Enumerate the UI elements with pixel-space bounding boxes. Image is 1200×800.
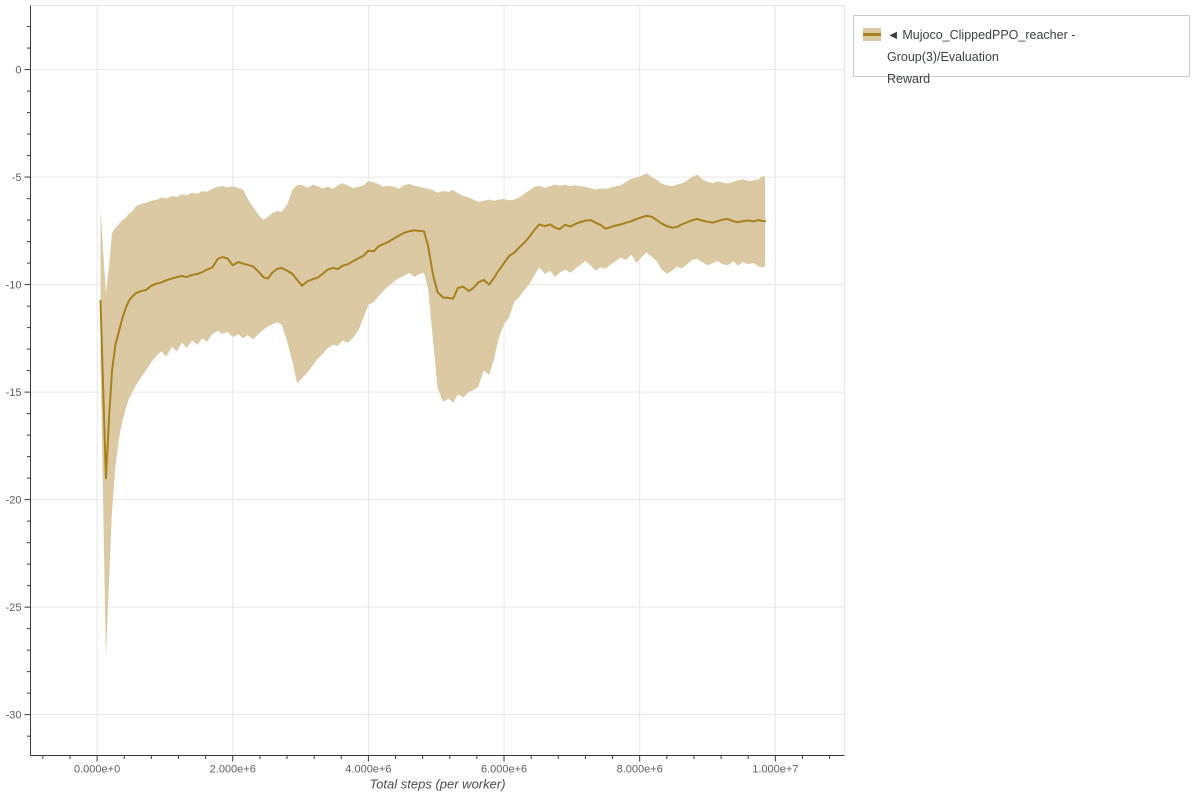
y-tick-label: -30: [6, 710, 22, 722]
tick-labels: 0.000e+0 2.000e+6 4.000e+6 6.000e+6 8.000e+6…: [6, 65, 799, 776]
y-tick-label: -15: [6, 387, 22, 399]
x-tick-label: 8.000e+6: [617, 764, 663, 776]
y-tick-label: -5: [12, 172, 22, 184]
training-reward-dashboard: 0.000e+0 2.000e+6 4.000e+6 6.000e+6 8.000e+6…: [0, 0, 1200, 800]
y-tick-label: -10: [6, 280, 22, 292]
legend-label: ◄ Mujoco_ClippedPPO_reacher - Group(3)/Ev…: [887, 24, 1180, 90]
legend-collapse-icon[interactable]: ◄: [887, 28, 899, 42]
legend-box: ◄ Mujoco_ClippedPPO_reacher - Group(3)/Ev…: [853, 15, 1190, 86]
x-tick-label: 0.000e+0: [74, 764, 120, 776]
x-tick-label: 2.000e+6: [210, 764, 256, 776]
x-tick-label: 1.000e+7: [752, 764, 798, 776]
y-tick-label: -25: [6, 602, 22, 614]
y-tick-label: -20: [6, 495, 22, 507]
y-tick-label: 0: [15, 65, 21, 77]
legend-item[interactable]: ◄ Mujoco_ClippedPPO_reacher - Group(3)/Ev…: [863, 24, 1180, 90]
legend-swatch: [863, 28, 881, 41]
legend-label-line1: Mujoco_ClippedPPO_reacher - Group(3)/Eva…: [887, 28, 1076, 64]
legend-label-line2: Reward: [887, 72, 931, 86]
x-tick-label: 4.000e+6: [345, 764, 391, 776]
uncertainty-band: [100, 173, 766, 657]
x-tick-label: 6.000e+6: [481, 764, 527, 776]
reward-chart-plot[interactable]: 0.000e+0 2.000e+6 4.000e+6 6.000e+6 8.000e+6…: [0, 0, 1200, 800]
legend-swatch-line: [863, 33, 881, 36]
x-axis-title: Total steps (per worker): [369, 777, 505, 792]
ticks: [24, 26, 831, 762]
